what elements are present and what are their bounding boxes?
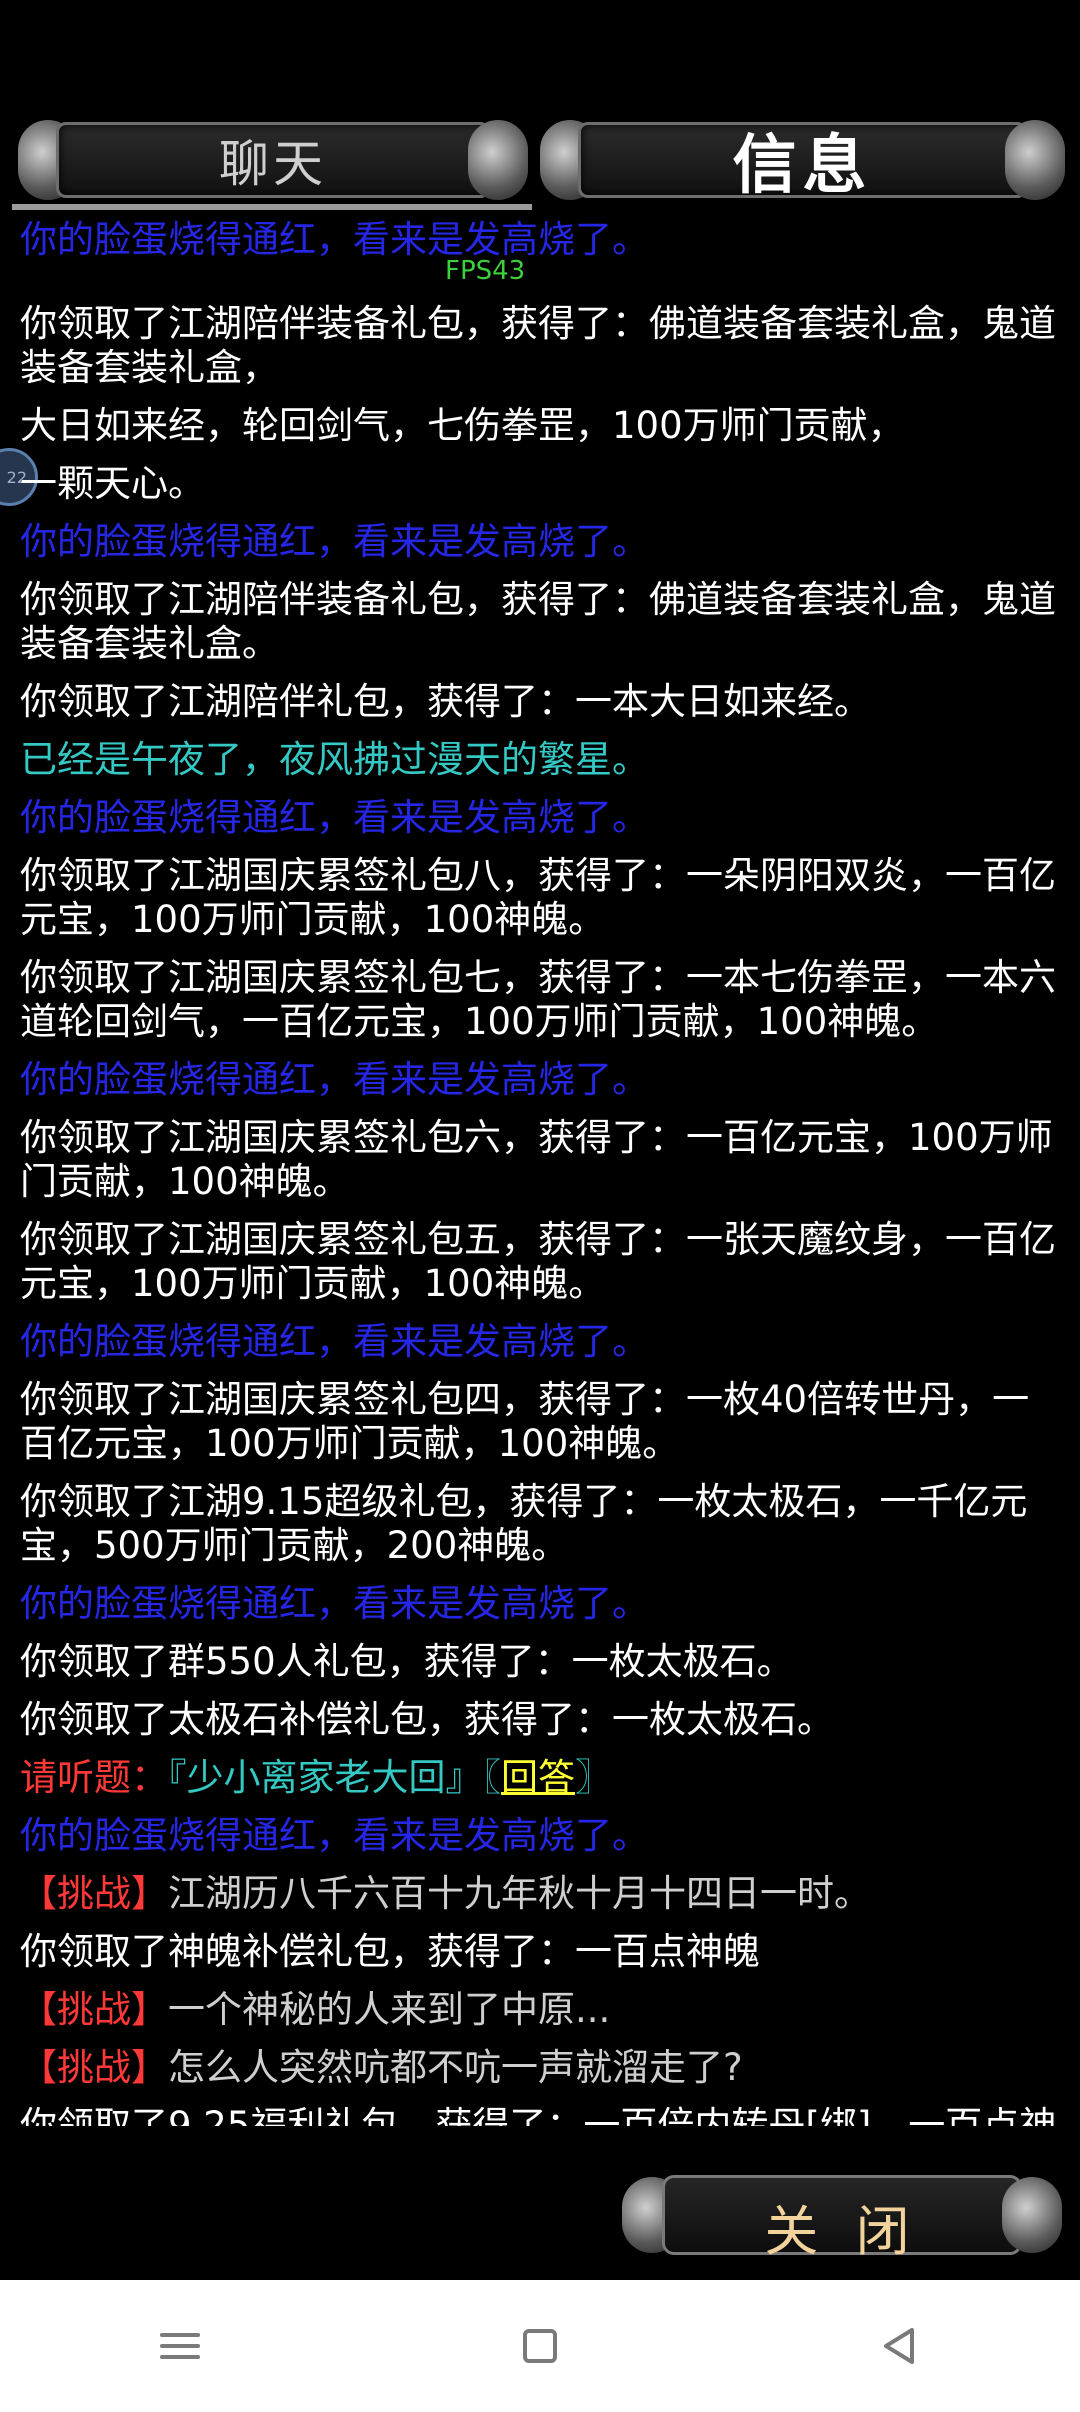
back-icon [884, 2328, 914, 2364]
quiz-line: 请听题：『少小离家老大回』〖回答〗 [20, 1756, 1060, 1800]
log-line: 你领取了江湖国庆累签礼包八，获得了：一朵阴阳双炎，一百亿元宝，100万师门贡献，… [20, 854, 1056, 941]
challenge-line: 【挑战】江湖历八千六百十九年秋十月十四日一时。 [20, 1872, 1060, 1916]
tab-ornament-right [1005, 120, 1065, 200]
challenge-tag: 【挑战】 [20, 2046, 168, 2089]
log-line: 一颗天心。 [20, 462, 205, 505]
home-icon [523, 2329, 557, 2363]
close-button[interactable]: 关 闭 [622, 2165, 1062, 2265]
log-line: 你领取了江湖国庆累签礼包七，获得了：一本七伤拳罡，一本六道轮回剑气，一百亿元宝，… [20, 956, 1056, 1043]
tab-info[interactable]: 信息 [540, 110, 1065, 210]
home-button[interactable] [480, 2296, 600, 2396]
log-line: 你领取了江湖陪伴装备礼包，获得了：佛道装备套装礼盒，鬼道装备套装礼盒。 [20, 578, 1056, 665]
log-line: 你领取了江湖国庆累签礼包四，获得了：一枚40倍转世丹，一百亿元宝，100万师门贡… [20, 1378, 1030, 1465]
log-line: 你的脸蛋烧得通红，看来是发高烧了。 [20, 1582, 649, 1625]
tab-chat-label: 聊天 [219, 135, 327, 193]
log-line-partial: 你领取了9.25福利礼包，获得了：一百倍内转丹[绑]，一百点神 [20, 2104, 1057, 2126]
log-line: 你领取了江湖9.15超级礼包，获得了：一枚太极石，一千亿元宝，500万师门贡献，… [20, 1480, 1028, 1567]
system-navigation-bar [0, 2280, 1080, 2412]
log-line: 你领取了江湖陪伴礼包，获得了：一本大日如来经。 [20, 680, 871, 723]
fps-counter: FPS43 [445, 256, 526, 286]
log-line: 你领取了太极石补偿礼包，获得了：一枚太极石。 [20, 1698, 834, 1741]
quiz-bracket-close: 〗 [575, 1756, 612, 1799]
close-button-label: 关 闭 [764, 2200, 920, 2263]
challenge-tag: 【挑战】 [20, 1988, 168, 2031]
menu-icon[interactable] [120, 2296, 240, 2396]
log-line: 你的脸蛋烧得通红，看来是发高烧了。 [20, 520, 649, 563]
log-line: 你的脸蛋烧得通红，看来是发高烧了。 [20, 796, 649, 839]
tab-info-label: 信息 [732, 129, 873, 203]
message-log[interactable]: 你的脸蛋烧得通红，看来是发高烧了。 你领取了江湖陪伴装备礼包，获得了：佛道装备套… [20, 218, 1060, 2160]
log-line: 你领取了神魄补偿礼包，获得了：一百点神魄 [20, 1930, 760, 1973]
challenge-tag: 【挑战】 [20, 1872, 168, 1915]
log-line: 你领取了江湖国庆累签礼包五，获得了：一张天魔纹身，一百亿元宝，100万师门贡献，… [20, 1218, 1056, 1305]
game-screen: 聊天 信息 22 你的脸蛋烧得通红，看来是发高烧了。 你领取了江湖陪伴装备礼包，… [0, 0, 1080, 2280]
challenge-text: 江湖历八千六百十九年秋十月十四日一时。 [168, 1872, 871, 1915]
quiz-question: 『少小离家老大回』 [168, 1756, 483, 1799]
challenge-line: 【挑战】怎么人突然吭都不吭一声就溜走了? [20, 2046, 1060, 2090]
challenge-line: 【挑战】一个神秘的人来到了中原... [20, 1988, 1060, 2032]
log-line: 已经是午夜了，夜风拂过漫天的繁星。 [20, 738, 649, 781]
tab-ornament-right [468, 120, 528, 200]
log-line: 你的脸蛋烧得通红，看来是发高烧了。 [20, 218, 649, 261]
log-line: 你领取了江湖国庆累签礼包六，获得了：一百亿元宝，100万师门贡献，100神魄。 [20, 1116, 1053, 1203]
back-button[interactable] [840, 2296, 960, 2396]
log-line: 你领取了江湖陪伴装备礼包，获得了：佛道装备套装礼盒，鬼道装备套装礼盒， [20, 302, 1056, 389]
challenge-text: 一个神秘的人来到了中原... [168, 1988, 611, 2031]
log-line: 你的脸蛋烧得通红，看来是发高烧了。 [20, 1058, 649, 1101]
log-line: 你的脸蛋烧得通红，看来是发高烧了。 [20, 1814, 649, 1857]
log-line: 你领取了群550人礼包，获得了：一枚太极石。 [20, 1640, 794, 1683]
answer-link[interactable]: 回答 [501, 1756, 575, 1799]
log-line: 大日如来经，轮回剑气，七伤拳罡，100万师门贡献， [20, 404, 905, 447]
quiz-prefix: 请听题： [20, 1756, 168, 1799]
quiz-bracket-open: 〖 [482, 1756, 502, 1799]
challenge-text: 怎么人突然吭都不吭一声就溜走了? [168, 2046, 743, 2089]
log-line: 你的脸蛋烧得通红，看来是发高烧了。 [20, 1320, 649, 1363]
tab-chat[interactable]: 聊天 [18, 110, 528, 210]
active-tab-underline [12, 204, 532, 210]
